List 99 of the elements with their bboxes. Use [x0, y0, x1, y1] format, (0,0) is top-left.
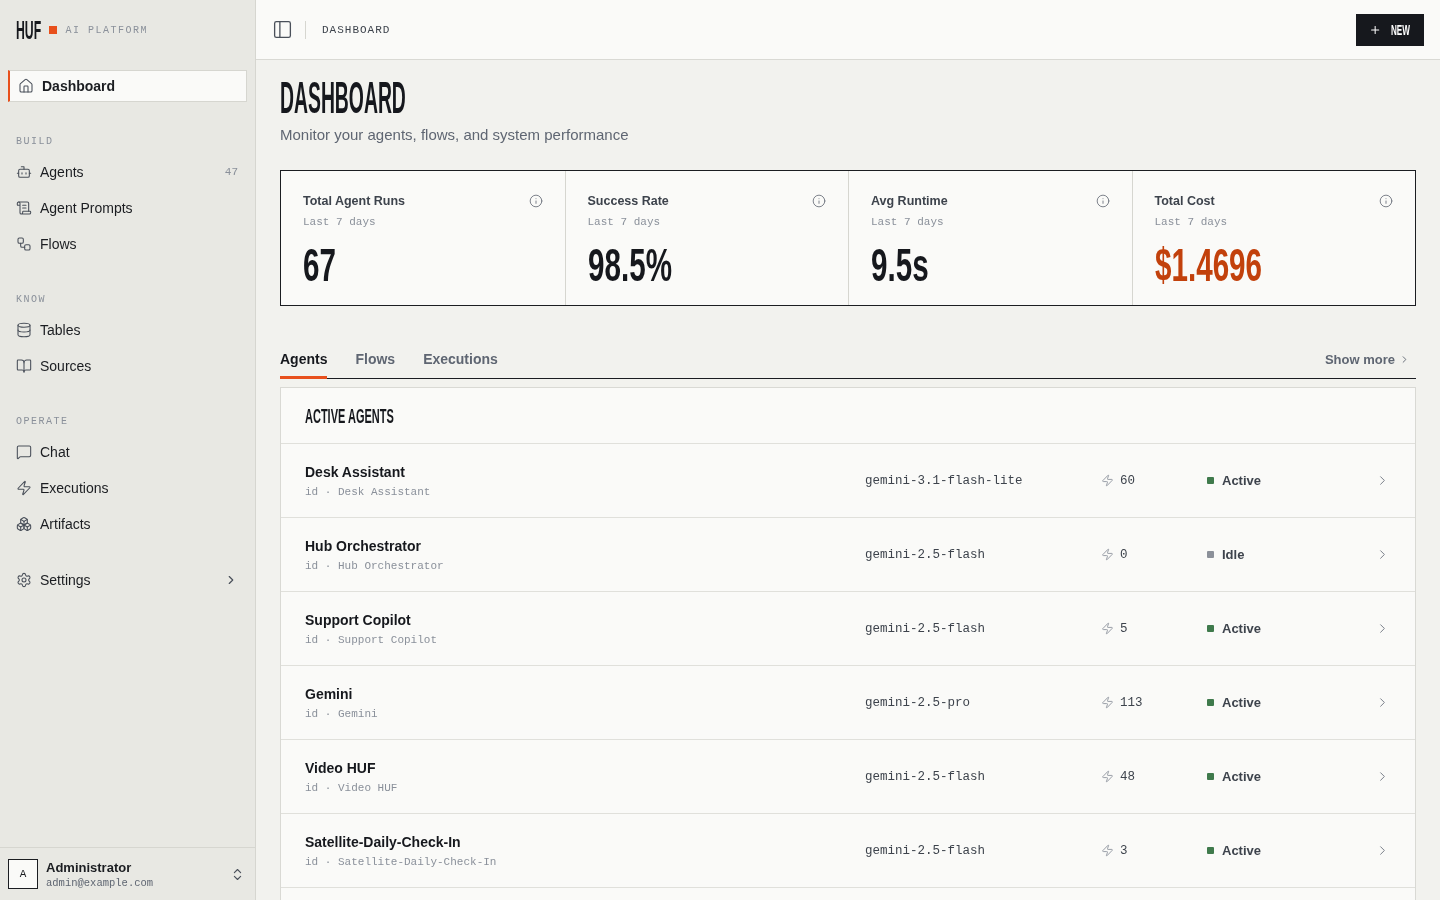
sidebar-item[interactable]: Flows	[8, 226, 247, 262]
section-heading: BUILD	[15, 135, 55, 149]
page-title: DASHBOARD	[280, 76, 406, 120]
sidebar-item[interactable]: Executions	[8, 470, 247, 506]
scroll-icon	[16, 200, 32, 216]
agent-id: id · Video HUF	[305, 781, 399, 794]
lightning-icon	[1101, 696, 1114, 709]
count-label: 47	[224, 166, 238, 178]
model-name: gemini-2.5-flash	[865, 769, 987, 784]
sidebar-item[interactable]: Sources	[8, 348, 247, 384]
show-more-link[interactable]: Show more	[1324, 351, 1416, 367]
card-title: ACTIVE AGENTS	[305, 405, 394, 426]
lightning-icon	[1101, 844, 1114, 857]
model-name: gemini-2.5-pro	[865, 695, 972, 710]
agent-id: id · Desk Assistant	[305, 485, 432, 498]
house-icon	[18, 78, 34, 94]
info-icon[interactable]	[528, 194, 543, 208]
agent-name: Hub Orchestrator	[305, 537, 422, 554]
robot-icon	[16, 164, 32, 180]
agent-id: id · Support Copilot	[305, 633, 439, 646]
boxes-icon	[16, 516, 32, 532]
run-count: 0	[1120, 547, 1128, 562]
page-subtitle: Monitor your agents, flows, and system performance	[280, 125, 630, 145]
run-count: 5	[1120, 621, 1128, 636]
agent-row[interactable]: Satellite-Daily-Check-In id · Satellite-Daily-Check-In gemini-2.5-flash 3 Active	[281, 814, 1415, 888]
stat-period: Last 7 days	[303, 215, 377, 230]
stat-period: Last 7 days	[871, 215, 945, 230]
sidebar-item[interactable]: Chat	[8, 434, 247, 470]
lightning-icon	[16, 480, 32, 496]
breadcrumb: DASHBOARD	[322, 23, 391, 36]
section-heading: OPERATE	[15, 415, 70, 429]
run-count: 60	[1120, 473, 1135, 488]
stat-title: Avg Runtime	[871, 193, 948, 209]
status-label: Active	[1222, 695, 1262, 710]
lightning-icon	[1101, 770, 1114, 783]
stat-value: 67	[303, 241, 336, 288]
model-name: gemini-2.5-flash	[865, 843, 987, 858]
status-label: Active	[1222, 843, 1262, 858]
agent-row[interactable]: Video HUF id · Video HUF gemini-2.5-flash 48 Active	[281, 740, 1415, 814]
logo-tagline: AI PLATFORM	[65, 24, 148, 36]
sidebar-item[interactable]: Agent Prompts	[8, 190, 247, 226]
info-icon[interactable]	[1379, 194, 1393, 208]
agent-row[interactable]: Hub Orchestrator id · Hub Orchestrator gemini-2.5-flash 0 Idle	[281, 518, 1415, 592]
database-icon	[16, 322, 32, 338]
stat-title: Success Rate	[587, 193, 669, 209]
sidebar-item[interactable]: Dashboard	[8, 70, 247, 102]
sidebar-item[interactable]: Tables	[8, 312, 247, 348]
sidebar-item[interactable]: Settings	[8, 562, 247, 598]
agent-id: id · Hub Orchestrator	[305, 559, 445, 572]
agent-id: id · Satellite-Daily-Check-In	[305, 855, 498, 868]
model-name: gemini-2.5-flash	[865, 547, 987, 562]
sidebar-item[interactable]: Artifacts	[8, 506, 247, 542]
status-label: Active	[1222, 473, 1262, 488]
tab[interactable]: Executions	[423, 340, 498, 379]
agent-name: Desk Assistant	[305, 463, 406, 480]
flow-icon	[16, 236, 32, 252]
agent-row[interactable]: Gemini id · Gemini gemini-2.5-pro 113 Active	[281, 666, 1415, 740]
model-name: gemini-3.1-flash-lite	[865, 473, 1024, 488]
logo: HUF	[16, 17, 42, 43]
status-label: Idle	[1222, 547, 1245, 562]
stat-title: Total Cost	[1154, 193, 1215, 209]
status-label: Active	[1222, 621, 1262, 636]
tab[interactable]: Agents	[280, 340, 328, 379]
agent-row[interactable]: Desk Assistant id · Desk Assistant gemini-3.1-flash-lite 60 Active	[281, 444, 1415, 518]
model-name: gemini-2.5-flash	[865, 621, 987, 636]
square-icon	[49, 26, 58, 34]
user-name: Administrator	[46, 859, 133, 875]
section-heading: KNOW	[15, 293, 47, 307]
agent-row[interactable]: Support Copilot id · Support Copilot gemini-2.5-flash 5 Active	[281, 592, 1415, 666]
stat-title: Total Agent Runs	[303, 193, 406, 209]
agent-name: Support Copilot	[305, 611, 412, 628]
agent-name: Satellite-Daily-Check-In	[305, 833, 462, 850]
info-icon[interactable]	[1095, 194, 1110, 208]
chat-bubble-icon	[16, 444, 32, 460]
stat-period: Last 7 days	[1154, 215, 1229, 230]
user-avatar: A	[8, 859, 38, 889]
run-count: 113	[1120, 695, 1143, 710]
stat-period: Last 7 days	[587, 215, 662, 230]
status-label: Active	[1222, 769, 1262, 784]
info-icon[interactable]	[812, 194, 826, 208]
lightning-icon	[1101, 622, 1114, 635]
settings-icon	[16, 572, 32, 588]
agent-name: Video HUF	[305, 759, 377, 776]
agent-id: id · Gemini	[305, 707, 379, 720]
lightning-icon	[1101, 474, 1114, 487]
lightning-icon	[1101, 548, 1114, 561]
run-count: 48	[1120, 769, 1135, 784]
sidebar-toggle-button[interactable]	[272, 19, 293, 40]
agent-name: Gemini	[305, 685, 354, 702]
new-button[interactable]: NEW	[1356, 13, 1424, 46]
book-icon	[16, 358, 32, 374]
tab[interactable]: Flows	[355, 340, 396, 379]
user-email: admin@example.com	[46, 876, 154, 889]
run-count: 3	[1120, 843, 1128, 858]
stat-value: 9.5s	[871, 241, 929, 288]
stat-value: 98.5%	[587, 241, 672, 288]
stat-value: $1.4696	[1154, 241, 1262, 288]
sidebar-item[interactable]: Agents 47	[8, 154, 247, 190]
panel-icon	[272, 19, 293, 40]
